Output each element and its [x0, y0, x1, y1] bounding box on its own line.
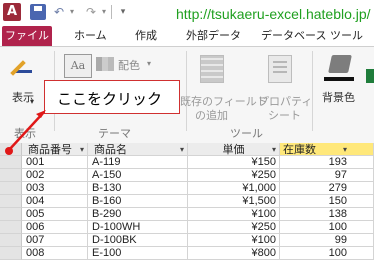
record-selector[interactable] — [0, 247, 22, 260]
callout-text: ここをクリック — [57, 90, 163, 108]
theme-icon[interactable]: Aa — [64, 54, 92, 78]
group-divider — [312, 51, 313, 131]
table-cell[interactable]: ¥150 — [188, 156, 280, 169]
table-cell[interactable]: ¥800 — [188, 247, 280, 260]
table-cell[interactable]: 001 — [22, 156, 88, 169]
customize-toolbar-icon[interactable]: ▾ — [118, 4, 128, 20]
ribbon-tabs: ファイル ホーム 作成 外部データ データベース ツール — [0, 26, 374, 46]
table-cell[interactable]: ¥250 — [188, 221, 280, 234]
table-row[interactable]: 003 B-130 ¥1,000 279 — [0, 182, 374, 195]
table-cell[interactable]: 006 — [22, 221, 88, 234]
table-cell[interactable]: E-100 — [88, 247, 188, 260]
table-cell[interactable]: ¥1,000 — [188, 182, 280, 195]
record-selector[interactable] — [0, 221, 22, 234]
table-row[interactable]: 004 B-160 ¥1,500 150 — [0, 195, 374, 208]
toolbar-separator — [111, 5, 112, 19]
redo-icon[interactable]: ↷ — [84, 4, 98, 20]
table-cell[interactable]: B-290 — [88, 208, 188, 221]
background-color-swatch — [324, 77, 354, 81]
undo-dropdown-icon[interactable]: ▾ — [68, 4, 76, 20]
table-cell[interactable]: 005 — [22, 208, 88, 221]
redo-dropdown-icon[interactable]: ▾ — [100, 4, 108, 20]
record-selector[interactable] — [0, 182, 22, 195]
tools-group-label: ツール — [230, 127, 263, 140]
display-group-label: 表示 — [14, 127, 36, 140]
tab-database-tools[interactable]: データベース ツール — [261, 26, 363, 46]
column-header[interactable]: 商品名 ▾ — [88, 143, 188, 156]
add-fields-label[interactable]: の追加 — [195, 107, 228, 123]
table-cell[interactable]: ¥100 — [188, 208, 280, 221]
select-all-button[interactable] — [0, 143, 22, 156]
instruction-callout: ここをクリック — [44, 80, 180, 114]
table-row[interactable]: 002 A-150 ¥250 97 — [0, 169, 374, 182]
background-color-label[interactable]: 背景色 — [322, 89, 355, 105]
display-icon[interactable] — [12, 57, 34, 79]
save-icon[interactable] — [30, 4, 46, 20]
record-selector[interactable] — [0, 208, 22, 221]
group-divider — [186, 51, 187, 131]
table-cell[interactable]: 004 — [22, 195, 88, 208]
sheet-label[interactable]: シート — [268, 107, 301, 123]
record-selector[interactable] — [0, 234, 22, 247]
color-label[interactable]: 配色 — [118, 57, 140, 73]
table-cell[interactable]: 003 — [22, 182, 88, 195]
table-cell[interactable]: ¥100 — [188, 234, 280, 247]
display-dropdown-icon[interactable]: ▾ — [30, 97, 34, 106]
column-filter-icon: ▾ — [179, 145, 184, 154]
table-cell[interactable]: 97 — [280, 169, 374, 182]
undo-icon[interactable]: ↶ — [52, 4, 66, 20]
alternate-row-color-icon[interactable] — [366, 69, 374, 83]
table-cell[interactable]: ¥1,500 — [188, 195, 280, 208]
property-icon[interactable] — [268, 55, 292, 83]
table-cell[interactable]: D-100WH — [88, 221, 188, 234]
table-cell[interactable]: 138 — [280, 208, 374, 221]
color-icon[interactable] — [96, 57, 114, 71]
column-header[interactable]: 単価 ▾ — [188, 143, 280, 156]
tab-create[interactable]: 作成 — [135, 26, 157, 46]
table-cell[interactable]: 99 — [280, 234, 374, 247]
column-filter-icon: ▾ — [79, 145, 84, 154]
table-cell[interactable]: 008 — [22, 247, 88, 260]
table-cell[interactable]: 007 — [22, 234, 88, 247]
table-cell[interactable]: A-150 — [88, 169, 188, 182]
table-cell[interactable]: 279 — [280, 182, 374, 195]
app-icon[interactable]: A — [3, 3, 21, 21]
color-dropdown-icon[interactable]: ▾ — [147, 59, 151, 68]
table-row[interactable]: 007 D-100BK ¥100 99 — [0, 234, 374, 247]
quick-access-toolbar: A ↶ ▾ ↷ ▾ ▾ http://tsukaeru-excel.hatebl… — [0, 0, 374, 26]
table-row[interactable]: 001 A-119 ¥150 193 — [0, 156, 374, 169]
table-cell[interactable]: 002 — [22, 169, 88, 182]
record-selector[interactable] — [0, 169, 22, 182]
table-cell[interactable]: B-130 — [88, 182, 188, 195]
tab-home[interactable]: ホーム — [74, 26, 107, 46]
table-cell[interactable]: 100 — [280, 221, 374, 234]
table-row[interactable]: 005 B-290 ¥100 138 — [0, 208, 374, 221]
table-cell[interactable]: 150 — [280, 195, 374, 208]
table-row[interactable]: 008 E-100 ¥800 100 — [0, 247, 374, 260]
table-cell[interactable]: 193 — [280, 156, 374, 169]
theme-group-label: テーマ — [98, 127, 131, 140]
table-cell[interactable]: B-160 — [88, 195, 188, 208]
field-icon[interactable] — [200, 55, 224, 83]
column-header-selected[interactable]: 在庫数 ▾ — [280, 143, 374, 156]
table-cell[interactable]: 100 — [280, 247, 374, 260]
column-filter-icon: ▾ — [342, 145, 347, 154]
table-header-row: 商品番号 ▾ 商品名 ▾ 単価 ▾ 在庫数 ▾ — [0, 143, 374, 156]
column-filter-icon: ▾ — [271, 145, 276, 154]
table-cell[interactable]: A-119 — [88, 156, 188, 169]
tab-external-data[interactable]: 外部データ — [186, 26, 241, 46]
column-header[interactable]: 商品番号 ▾ — [22, 143, 88, 156]
record-selector[interactable] — [0, 156, 22, 169]
watermark-url: http://tsukaeru-excel.hateblo.jp/ — [176, 6, 371, 22]
datasheet-table: 商品番号 ▾ 商品名 ▾ 単価 ▾ 在庫数 ▾ 001 A-119 ¥150 193 002 A-… — [0, 143, 374, 266]
record-selector[interactable] — [0, 195, 22, 208]
tab-file[interactable]: ファイル — [2, 26, 52, 46]
background-color-icon[interactable] — [328, 55, 352, 73]
table-row[interactable]: 006 D-100WH ¥250 100 — [0, 221, 374, 234]
table-cell[interactable]: D-100BK — [88, 234, 188, 247]
table-cell[interactable]: ¥250 — [188, 169, 280, 182]
